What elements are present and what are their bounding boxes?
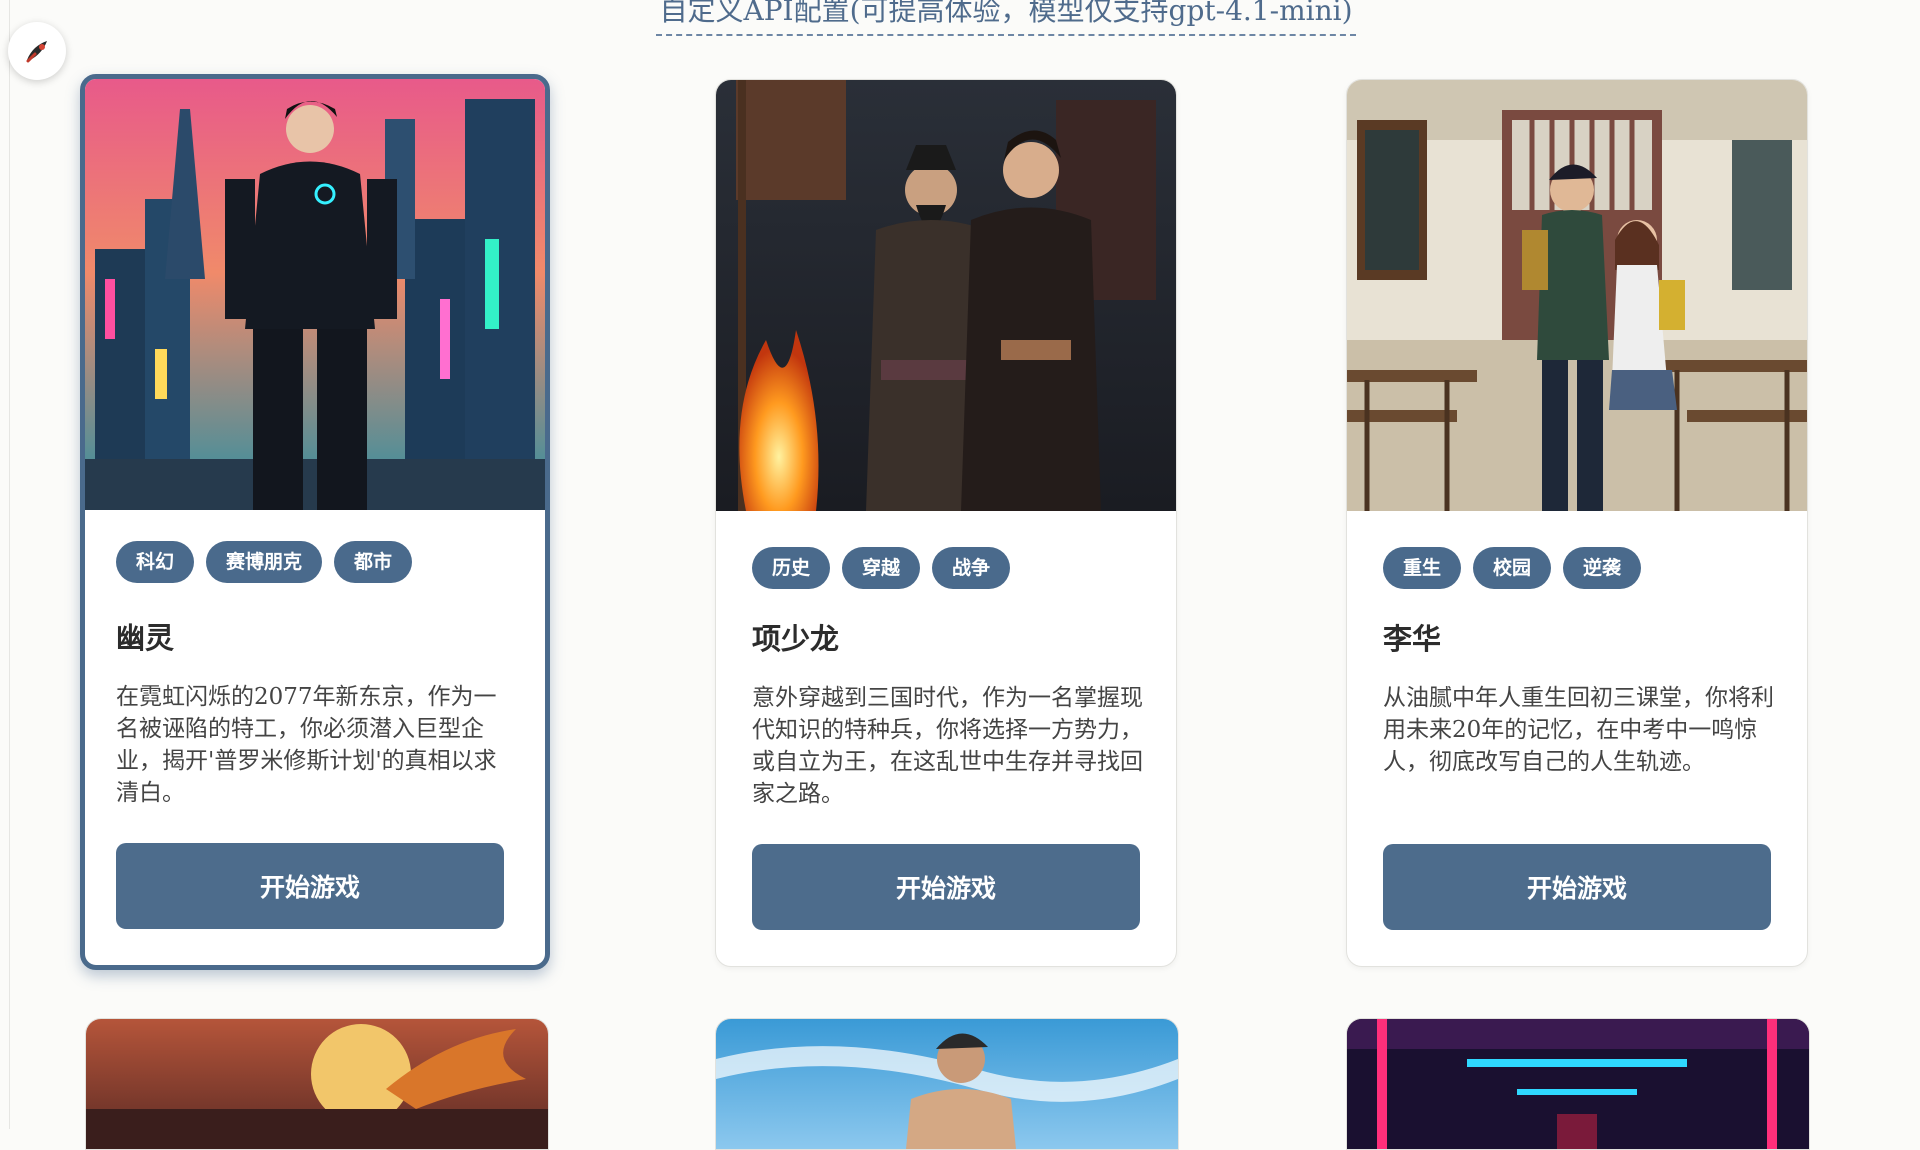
school-classroom-students-image	[1347, 80, 1807, 511]
cyberpunk-city-character-image	[85, 79, 545, 510]
tag: 历史	[752, 547, 831, 589]
tag: 逆袭	[1563, 547, 1642, 589]
story-card-thumbnail[interactable]	[85, 1018, 549, 1150]
card-title: 项少龙	[752, 622, 840, 656]
start-game-button[interactable]: 开始游戏	[752, 844, 1140, 930]
tag-list: 科幻 赛博朋克 都市	[116, 541, 413, 583]
card-description: 在霓虹闪烁的2077年新东京，作为一名被诬陷的特工，你必须潜入巨型企业，揭开'普…	[116, 684, 497, 806]
tag: 科幻	[116, 541, 195, 583]
tag-list: 重生 校园 逆袭	[1383, 547, 1642, 589]
neon-corridor-image	[1347, 1019, 1809, 1149]
tag: 都市	[334, 541, 413, 583]
card-description: 从油腻中年人重生回初三课堂，你将利用未来20年的记忆，在中考中一鸣惊人，彻底改写…	[1383, 685, 1774, 775]
sky-character-image	[716, 1019, 1178, 1149]
story-card-li-hua[interactable]: 重生 校园 逆袭 李华 从油腻中年人重生回初三课堂，你将利用未来20年的记忆，在…	[1346, 79, 1808, 967]
start-game-button[interactable]: 开始游戏	[116, 843, 504, 929]
card-title: 李华	[1383, 622, 1442, 656]
tag-list: 历史 穿越 战争	[752, 547, 1011, 589]
custom-api-config-link[interactable]: 自定义API配置(可提高体验，模型仅支持gpt-4.1-mini)	[656, 0, 1356, 36]
tag: 赛博朋克	[206, 541, 323, 583]
story-card-thumbnail[interactable]	[715, 1018, 1179, 1150]
tag: 战争	[932, 547, 1011, 589]
card-title: 幽灵	[116, 621, 175, 655]
tag: 重生	[1383, 547, 1462, 589]
moon-dragon-image	[86, 1019, 548, 1149]
story-card-thumbnail[interactable]	[1346, 1018, 1810, 1150]
story-card-ghost[interactable]: 科幻 赛博朋克 都市 幽灵 在霓虹闪烁的2077年新东京，作为一名被诬陷的特工，…	[80, 74, 550, 970]
tag: 校园	[1473, 547, 1552, 589]
ancient-warriors-fire-image	[716, 80, 1176, 511]
story-card-xiang-shaolong[interactable]: 历史 穿越 战争 项少龙 意外穿越到三国时代，作为一名掌握现代知识的特种兵，你将…	[715, 79, 1177, 967]
left-divider	[9, 0, 10, 1129]
floating-menu-button[interactable]	[8, 22, 66, 80]
start-game-button[interactable]: 开始游戏	[1383, 844, 1771, 930]
tag: 穿越	[842, 547, 921, 589]
card-description: 意外穿越到三国时代，作为一名掌握现代知识的特种兵，你将选择一方势力，或自立为王，…	[752, 685, 1143, 807]
leaf-brush-icon	[26, 41, 47, 63]
